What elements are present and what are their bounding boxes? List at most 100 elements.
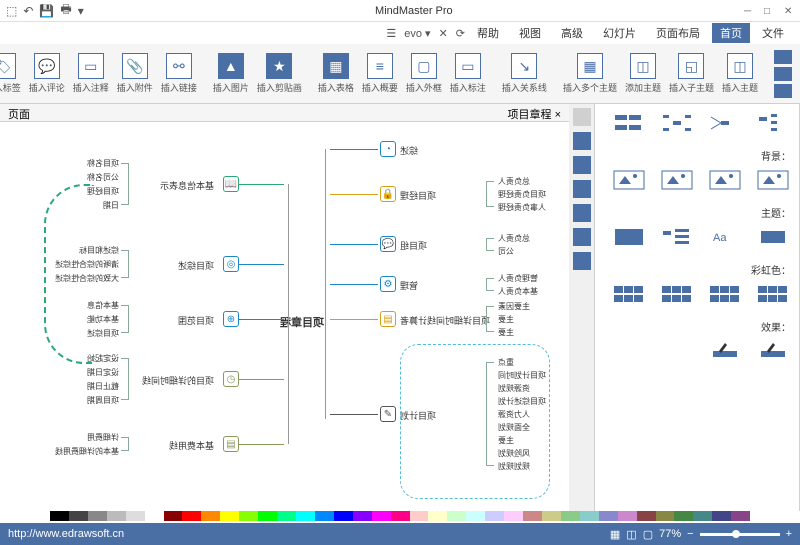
branch-node[interactable]: 管理 <box>400 279 418 292</box>
ribbon-button[interactable]: ▲插入图片 <box>213 53 249 94</box>
color-swatch[interactable] <box>447 511 466 521</box>
menu-tab[interactable]: 页面布局 <box>648 23 708 43</box>
leaf-node[interactable]: 项目周期 <box>87 395 119 406</box>
leaf-node[interactable]: 详细费用 <box>87 432 119 443</box>
color-swatch[interactable] <box>485 511 504 521</box>
ribbon-button[interactable]: 🏷插入标签 <box>0 53 21 94</box>
color-swatch[interactable] <box>466 511 485 521</box>
color-swatch[interactable] <box>164 511 183 521</box>
maximize-button[interactable]: □ <box>764 6 774 16</box>
color-swatch[interactable] <box>353 511 372 521</box>
color-swatch[interactable] <box>561 511 580 521</box>
leaf-node[interactable]: 项目负责经理 <box>498 189 546 200</box>
branch-icon[interactable]: ◔ <box>380 141 396 157</box>
color-swatch[interactable] <box>296 511 315 521</box>
ribbon-button[interactable]: ▦插入多个主题 <box>563 53 617 94</box>
color-swatch[interactable] <box>88 511 107 521</box>
menu-tab[interactable]: 视图 <box>511 23 549 43</box>
color-swatch[interactable] <box>693 511 712 521</box>
leaf-node[interactable]: 管理负责人 <box>498 273 538 284</box>
vtool-item[interactable] <box>573 108 591 126</box>
leaf-node[interactable]: 设定日期 <box>87 367 119 378</box>
color-swatch[interactable] <box>201 511 220 521</box>
ribbon-button[interactable]: ◫插入主题 <box>722 53 758 94</box>
leaf-node[interactable]: 主要 <box>498 314 514 325</box>
branch-icon[interactable]: 🔒 <box>380 186 396 202</box>
color-swatch[interactable] <box>107 511 126 521</box>
status-icon[interactable]: ◫ <box>626 528 636 541</box>
close-button[interactable]: ✕ <box>784 6 794 16</box>
menu-tab[interactable]: 高级 <box>553 23 591 43</box>
menu-tab[interactable]: 幻灯片 <box>595 23 644 43</box>
color-swatch[interactable] <box>618 511 637 521</box>
ribbon-button[interactable]: ▭插入注释 <box>73 53 109 94</box>
ribbon-button[interactable]: ◫添加主题 <box>625 53 661 94</box>
leaf-node[interactable]: 总负责人 <box>498 176 530 187</box>
leaf-node[interactable]: 项目名称 <box>87 158 119 169</box>
color-swatch[interactable] <box>674 511 693 521</box>
qat-icon[interactable]: ↶ <box>23 4 33 18</box>
color-swatch[interactable] <box>410 511 429 521</box>
style-thumbnail[interactable] <box>707 112 743 134</box>
leaf-node[interactable]: 主要 <box>498 327 514 338</box>
branch-node[interactable]: 项目范围 <box>178 314 214 327</box>
leaf-node[interactable]: 基本负责人 <box>498 286 538 297</box>
style-thumbnail[interactable] <box>755 169 791 191</box>
color-swatch[interactable] <box>712 511 731 521</box>
leaf-node[interactable]: 公司名称 <box>87 172 119 183</box>
color-swatch[interactable] <box>277 511 296 521</box>
color-swatch[interactable] <box>145 511 164 521</box>
ribbon-button[interactable]: 💬插入评论 <box>29 53 65 94</box>
ribbon-button[interactable]: ⚯插入链接 <box>161 53 197 94</box>
color-swatch[interactable] <box>372 511 391 521</box>
branch-icon[interactable]: ▤ <box>380 311 396 327</box>
branch-node[interactable]: 项目的详细时间线 <box>142 374 214 387</box>
color-swatch[interactable] <box>239 511 258 521</box>
color-swatch[interactable] <box>258 511 277 521</box>
style-thumbnail[interactable] <box>611 169 647 191</box>
branch-icon[interactable]: ◷ <box>223 371 239 387</box>
style-thumbnail[interactable] <box>611 226 647 248</box>
vtool-item[interactable] <box>573 132 591 150</box>
style-thumbnail[interactable] <box>659 169 695 191</box>
canvas-tab[interactable]: 页面 <box>8 106 30 119</box>
menu-extra-icon[interactable]: evo ▾ <box>404 27 430 40</box>
ribbon-button[interactable]: ▢插入外框 <box>406 53 442 94</box>
color-swatch[interactable] <box>656 511 675 521</box>
branch-icon[interactable]: 📖 <box>223 176 239 192</box>
color-swatch[interactable] <box>315 511 334 521</box>
leaf-node[interactable]: 人事负责经理 <box>498 202 546 213</box>
branch-icon[interactable]: 💬 <box>380 236 396 252</box>
style-thumbnail[interactable] <box>755 112 791 134</box>
qat-icon[interactable]: ⬚ <box>6 4 17 18</box>
vtool-item[interactable] <box>573 156 591 174</box>
canvas[interactable]: 页面 项目章程 × 项目章程📖基本信息表示项目名称公司名称项目经理日期◎项目综述… <box>0 104 569 511</box>
menu-extra-icon[interactable]: ✕ <box>439 27 448 40</box>
color-swatch[interactable] <box>542 511 561 521</box>
color-swatch[interactable] <box>69 511 88 521</box>
branch-icon[interactable]: ▤ <box>223 436 239 452</box>
style-thumbnail[interactable] <box>707 283 743 305</box>
status-icon[interactable]: ▦ <box>610 528 620 541</box>
menu-tab[interactable]: 帮助 <box>469 23 507 43</box>
ribbon-button[interactable]: ▭插入标注 <box>450 53 486 94</box>
color-swatch[interactable] <box>428 511 447 521</box>
menu-tab[interactable]: 首页 <box>712 23 750 43</box>
branch-node[interactable]: 项目经理 <box>400 189 436 202</box>
ribbon-button[interactable]: ▦插入表格 <box>318 53 354 94</box>
style-thumbnail[interactable] <box>611 112 647 134</box>
color-swatch[interactable] <box>599 511 618 521</box>
leaf-node[interactable]: 公司 <box>498 246 514 257</box>
branch-icon[interactable]: ⊕ <box>223 311 239 327</box>
ribbon-button[interactable]: ≡插入概要 <box>362 53 398 94</box>
leaf-node[interactable]: 主要因素 <box>498 301 530 312</box>
branch-node[interactable]: 基本信息表示 <box>160 179 214 192</box>
leaf-node[interactable]: 总负责人 <box>498 233 530 244</box>
color-swatch[interactable] <box>50 511 69 521</box>
color-swatch[interactable] <box>580 511 599 521</box>
branch-node[interactable]: 综述 <box>400 144 418 157</box>
status-icon[interactable]: ▢ <box>643 528 653 541</box>
ribbon-button[interactable]: 📎插入附件 <box>117 53 153 94</box>
color-swatch[interactable] <box>126 511 145 521</box>
ribbon-small-icon[interactable] <box>774 84 792 98</box>
